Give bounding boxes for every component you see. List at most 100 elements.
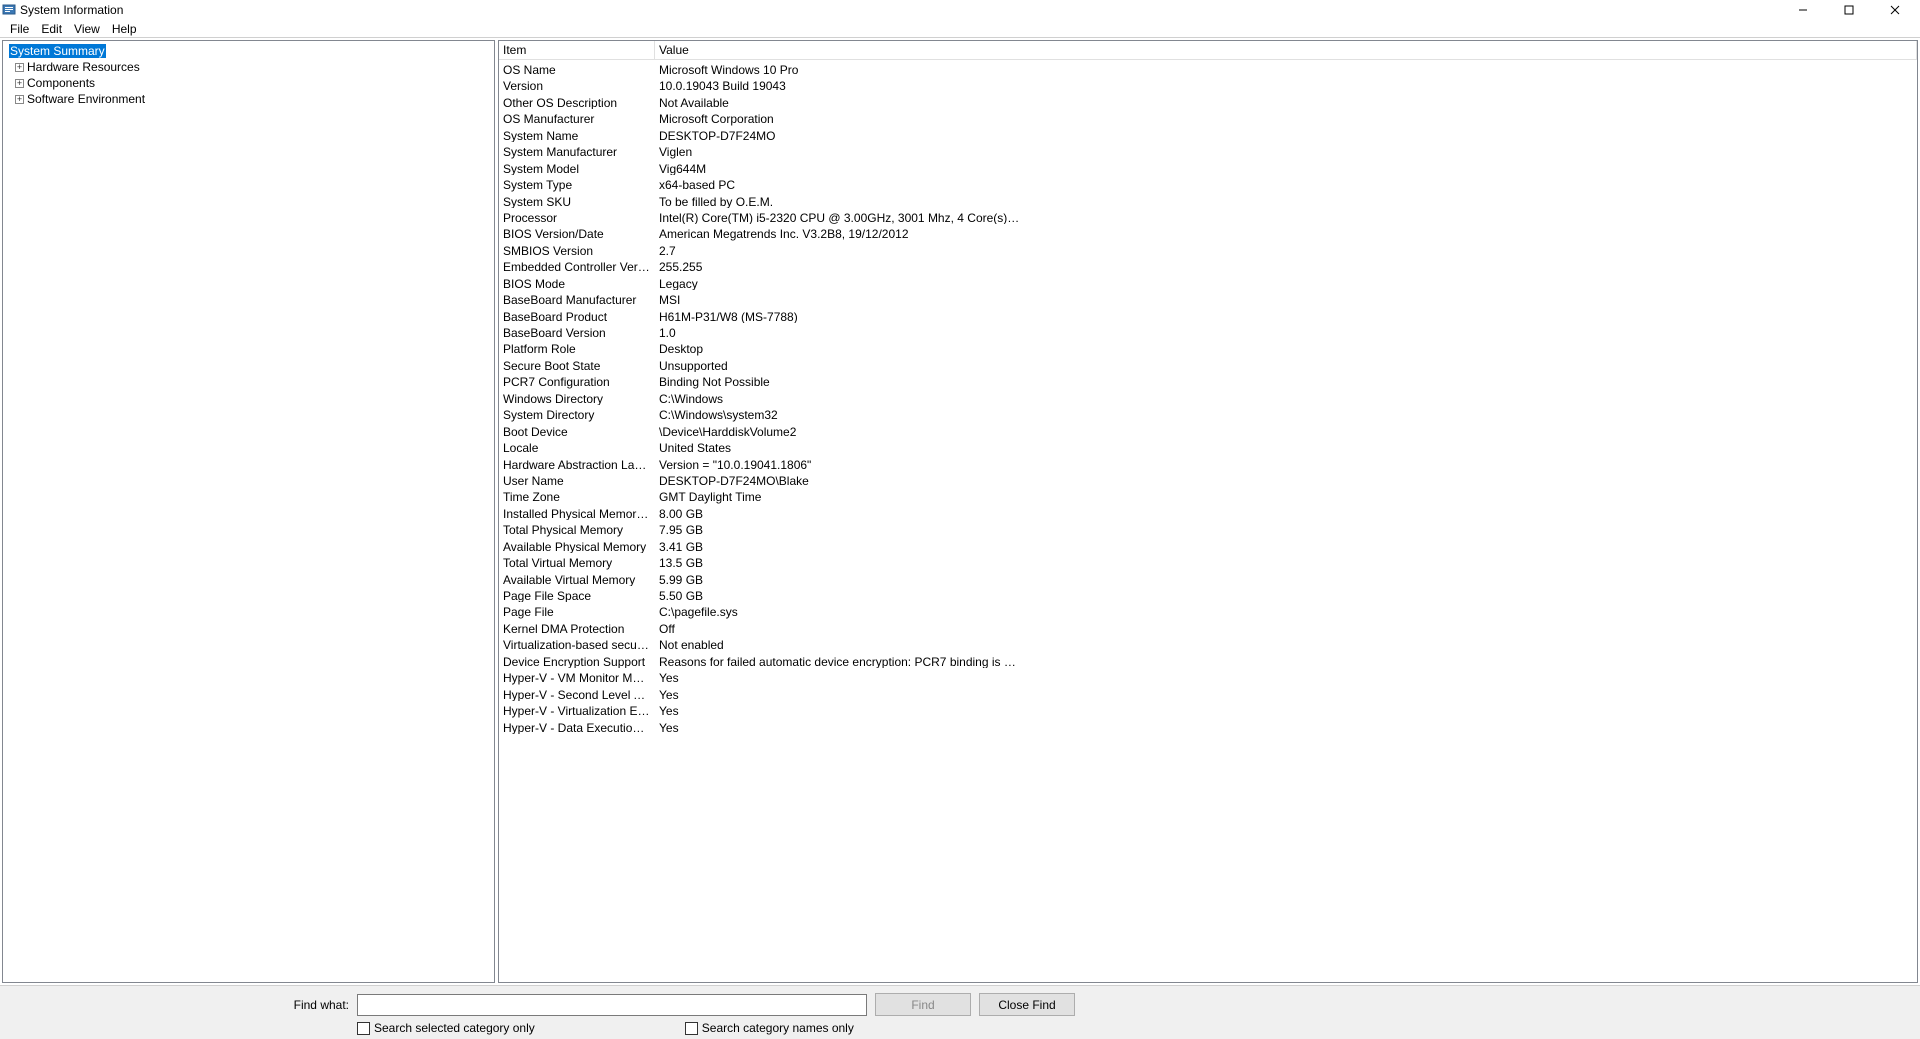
table-row[interactable]: BaseBoard ProductH61M-P31/W8 (MS-7788) <box>499 307 1024 323</box>
maximize-button[interactable] <box>1826 0 1872 20</box>
cell-value: Legacy <box>655 274 1024 290</box>
cell-value: 3.41 GB <box>655 537 1024 553</box>
main-area: System Summary +Hardware Resources+Compo… <box>0 38 1920 985</box>
cell-value: Not enabled <box>655 635 1024 651</box>
tree-item-label: Hardware Resources <box>27 60 140 74</box>
table-row[interactable]: Page FileC:\pagefile.sys <box>499 602 1024 618</box>
table-row[interactable]: Embedded Controller Version255.255 <box>499 257 1024 273</box>
table-row[interactable]: BIOS Version/DateAmerican Megatrends Inc… <box>499 224 1024 240</box>
checkbox-search-selected-category[interactable]: Search selected category only <box>357 1021 535 1035</box>
table-row[interactable]: OS ManufacturerMicrosoft Corporation <box>499 109 1024 125</box>
table-row[interactable]: System Typex64-based PC <box>499 175 1024 191</box>
table-row[interactable]: Version10.0.19043 Build 19043 <box>499 76 1024 92</box>
menu-file[interactable]: File <box>4 21 35 37</box>
cell-value: Desktop <box>655 339 1024 355</box>
cell-item: Installed Physical Memory (RAM) <box>499 504 655 520</box>
table-row[interactable]: Windows DirectoryC:\Windows <box>499 389 1024 405</box>
table-row[interactable]: Hardware Abstraction LayerVersion = "10.… <box>499 455 1024 471</box>
cell-value: 255.255 <box>655 257 1024 273</box>
checkbox-label: Search category names only <box>702 1021 854 1035</box>
table-row[interactable]: SMBIOS Version2.7 <box>499 241 1024 257</box>
table-row[interactable]: Kernel DMA ProtectionOff <box>499 619 1024 635</box>
cell-item: BaseBoard Version <box>499 323 655 339</box>
table-row[interactable]: Available Virtual Memory5.99 GB <box>499 570 1024 586</box>
cell-value: Reasons for failed automatic device encr… <box>655 652 1024 668</box>
menu-help[interactable]: Help <box>106 21 143 37</box>
menu-edit[interactable]: Edit <box>35 21 68 37</box>
tree-item[interactable]: +Components <box>3 75 494 91</box>
table-row[interactable]: System ModelVig644M <box>499 159 1024 175</box>
table-row[interactable]: System ManufacturerViglen <box>499 142 1024 158</box>
expander-icon[interactable]: + <box>15 63 24 72</box>
table-row[interactable]: ProcessorIntel(R) Core(TM) i5-2320 CPU @… <box>499 208 1024 224</box>
table-row[interactable]: Other OS DescriptionNot Available <box>499 93 1024 109</box>
table-row[interactable]: System SKUTo be filled by O.E.M. <box>499 192 1024 208</box>
cell-value: Off <box>655 619 1024 635</box>
expander-icon[interactable]: + <box>15 79 24 88</box>
column-header-item[interactable]: Item <box>499 41 655 59</box>
table-row[interactable]: Boot Device\Device\HarddiskVolume2 <box>499 422 1024 438</box>
minimize-button[interactable] <box>1780 0 1826 20</box>
cell-value: C:\Windows\system32 <box>655 405 1024 421</box>
table-row[interactable]: Secure Boot StateUnsupported <box>499 356 1024 372</box>
detail-pane: Item Value OS NameMicrosoft Windows 10 P… <box>498 40 1918 983</box>
cell-value: 7.95 GB <box>655 520 1024 536</box>
expander-icon[interactable]: + <box>15 95 24 104</box>
table-row[interactable]: BaseBoard Version1.0 <box>499 323 1024 339</box>
table-row[interactable]: PCR7 ConfigurationBinding Not Possible <box>499 372 1024 388</box>
cell-item: Device Encryption Support <box>499 652 655 668</box>
table-row[interactable]: Time ZoneGMT Daylight Time <box>499 487 1024 503</box>
cell-item: Kernel DMA Protection <box>499 619 655 635</box>
table-row[interactable]: Installed Physical Memory (RAM)8.00 GB <box>499 504 1024 520</box>
table-row[interactable]: User NameDESKTOP-D7F24MO\Blake <box>499 471 1024 487</box>
table-row[interactable]: Hyper-V - Virtualization Enable...Yes <box>499 701 1024 717</box>
close-find-button[interactable]: Close Find <box>979 993 1075 1016</box>
table-row[interactable]: Hyper-V - VM Monitor Mode E...Yes <box>499 668 1024 684</box>
tree-root-system-summary[interactable]: System Summary <box>3 43 494 59</box>
table-row[interactable]: BaseBoard ManufacturerMSI <box>499 290 1024 306</box>
checkbox-search-category-names[interactable]: Search category names only <box>685 1021 854 1035</box>
table-row[interactable]: Virtualization-based securityNot enabled <box>499 635 1024 651</box>
table-row[interactable]: Available Physical Memory3.41 GB <box>499 537 1024 553</box>
cell-item: Page File Space <box>499 586 655 602</box>
table-row[interactable]: OS NameMicrosoft Windows 10 Pro <box>499 60 1024 76</box>
app-icon <box>2 3 16 17</box>
cell-value: Version = "10.0.19041.1806" <box>655 455 1024 471</box>
table-row[interactable]: System NameDESKTOP-D7F24MO <box>499 126 1024 142</box>
cell-value: United States <box>655 438 1024 454</box>
cell-item: Available Virtual Memory <box>499 570 655 586</box>
cell-item: Boot Device <box>499 422 655 438</box>
table-row[interactable]: Device Encryption SupportReasons for fai… <box>499 652 1024 668</box>
cell-value: Yes <box>655 668 1024 684</box>
table-row[interactable]: BIOS ModeLegacy <box>499 274 1024 290</box>
checkbox-box-icon <box>357 1022 370 1035</box>
find-input[interactable] <box>357 994 867 1016</box>
table-row[interactable]: Hyper-V - Second Level Addres...Yes <box>499 685 1024 701</box>
menu-view[interactable]: View <box>68 21 106 37</box>
table-row[interactable]: Hyper-V - Data Execution Prote...Yes <box>499 718 1024 734</box>
cell-item: PCR7 Configuration <box>499 372 655 388</box>
category-tree[interactable]: System Summary +Hardware Resources+Compo… <box>3 41 494 109</box>
cell-value: GMT Daylight Time <box>655 487 1024 503</box>
column-header-value[interactable]: Value <box>655 41 1917 59</box>
cell-item: Hyper-V - VM Monitor Mode E... <box>499 668 655 684</box>
cell-item: System Directory <box>499 405 655 421</box>
table-row[interactable]: System DirectoryC:\Windows\system32 <box>499 405 1024 421</box>
table-row[interactable]: Platform RoleDesktop <box>499 339 1024 355</box>
tree-item[interactable]: +Software Environment <box>3 91 494 107</box>
cell-item: BaseBoard Manufacturer <box>499 290 655 306</box>
table-row[interactable]: LocaleUnited States <box>499 438 1024 454</box>
cell-value: Intel(R) Core(TM) i5-2320 CPU @ 3.00GHz,… <box>655 208 1024 224</box>
cell-item: Platform Role <box>499 339 655 355</box>
cell-item: Version <box>499 76 655 92</box>
table-row[interactable]: Total Virtual Memory13.5 GB <box>499 553 1024 569</box>
cell-item: Locale <box>499 438 655 454</box>
cell-value: 8.00 GB <box>655 504 1024 520</box>
cell-value: DESKTOP-D7F24MO\Blake <box>655 471 1024 487</box>
close-button[interactable] <box>1872 0 1918 20</box>
tree-item[interactable]: +Hardware Resources <box>3 59 494 75</box>
cell-item: System SKU <box>499 192 655 208</box>
find-button[interactable]: Find <box>875 993 971 1016</box>
table-row[interactable]: Total Physical Memory7.95 GB <box>499 520 1024 536</box>
table-row[interactable]: Page File Space5.50 GB <box>499 586 1024 602</box>
